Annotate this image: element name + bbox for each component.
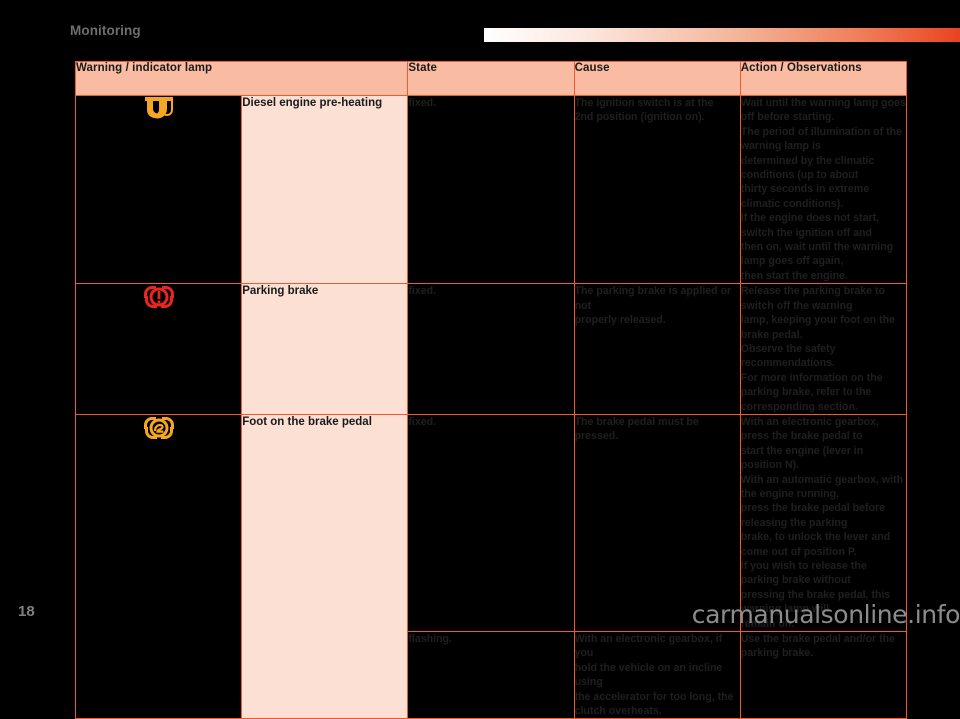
column-header-state: State [407, 61, 575, 96]
lamp-cause-text: The parking brake is applied or not prop… [574, 285, 732, 327]
lamp-action-text: Use the brake pedal and/or the parking b… [740, 633, 895, 660]
lamp-cause-text: The ignition switch is at the 2nd positi… [574, 97, 714, 124]
lamp-cause: The ignition switch is at the 2nd positi… [573, 94, 741, 285]
lamp-action-text: Release the parking brake to switch off … [740, 285, 895, 413]
lamp-action: Use the brake pedal and/or the parking b… [739, 631, 908, 719]
page-header: Monitoring [0, 0, 960, 52]
parking-brake-lamp-icon [143, 286, 174, 309]
lamp-state-text: fixed. [408, 415, 437, 428]
table-row: Diesel engine pre-heating fixed. The ign… [74, 94, 908, 285]
table-row: Foot on the brake pedal fixed. The brake… [74, 413, 908, 719]
diesel-preheating-lamp-icon [144, 97, 173, 119]
lamp-state: fixed. [407, 283, 575, 415]
column-header-action: Action / Observations [739, 61, 908, 96]
lamp-cause-text: The brake pedal must be pressed. [574, 415, 699, 443]
lamp-state: flashing. [407, 631, 575, 719]
lamp-state: fixed. [407, 413, 575, 633]
foot-on-brake-pedal-lamp-icon [143, 416, 174, 439]
lamp-action-text: Wait until the warning lamp goes off bef… [740, 97, 906, 282]
lamp-action: With an electronic gearbox, press the br… [739, 413, 908, 633]
watermark: carmanualsonline.info [691, 600, 960, 629]
table-row: Parking brake fixed. The parking brake i… [74, 283, 908, 415]
lamp-action: Wait until the warning lamp goes off bef… [739, 94, 908, 285]
table-header-row: Warning / indicator lamp State Cause Act… [74, 61, 908, 96]
column-header-cause: Cause [573, 61, 741, 96]
page-title: Monitoring [70, 23, 141, 38]
column-header-lamp: Warning / indicator lamp [74, 61, 409, 96]
lamp-action-text: With an electronic gearbox, press the br… [740, 415, 904, 630]
page-number: 18 [18, 603, 35, 620]
lamp-state-text: fixed. [408, 97, 437, 109]
lamp-state: fixed. [407, 94, 575, 285]
lamp-icon-cell [74, 94, 243, 285]
lamp-icon-cell [74, 283, 243, 415]
lamp-state-text: fixed. [408, 285, 437, 298]
lamp-state-text: flashing. [408, 633, 452, 646]
lamp-cause: With an electronic gearbox, if you hold … [573, 631, 741, 719]
lamp-name: Foot on the brake pedal [241, 413, 409, 719]
lamp-icon-cell [74, 413, 243, 719]
lamp-cause: The parking brake is applied or not prop… [573, 283, 741, 415]
lamp-action: Release the parking brake to switch off … [739, 283, 908, 415]
lamp-name: Diesel engine pre-heating [241, 94, 409, 285]
lamp-cause-text: With an electronic gearbox, if you hold … [574, 633, 734, 718]
lamp-name: Parking brake [241, 283, 409, 415]
lamp-cause: The brake pedal must be pressed. [573, 413, 741, 633]
header-gradient-bar [484, 28, 960, 42]
